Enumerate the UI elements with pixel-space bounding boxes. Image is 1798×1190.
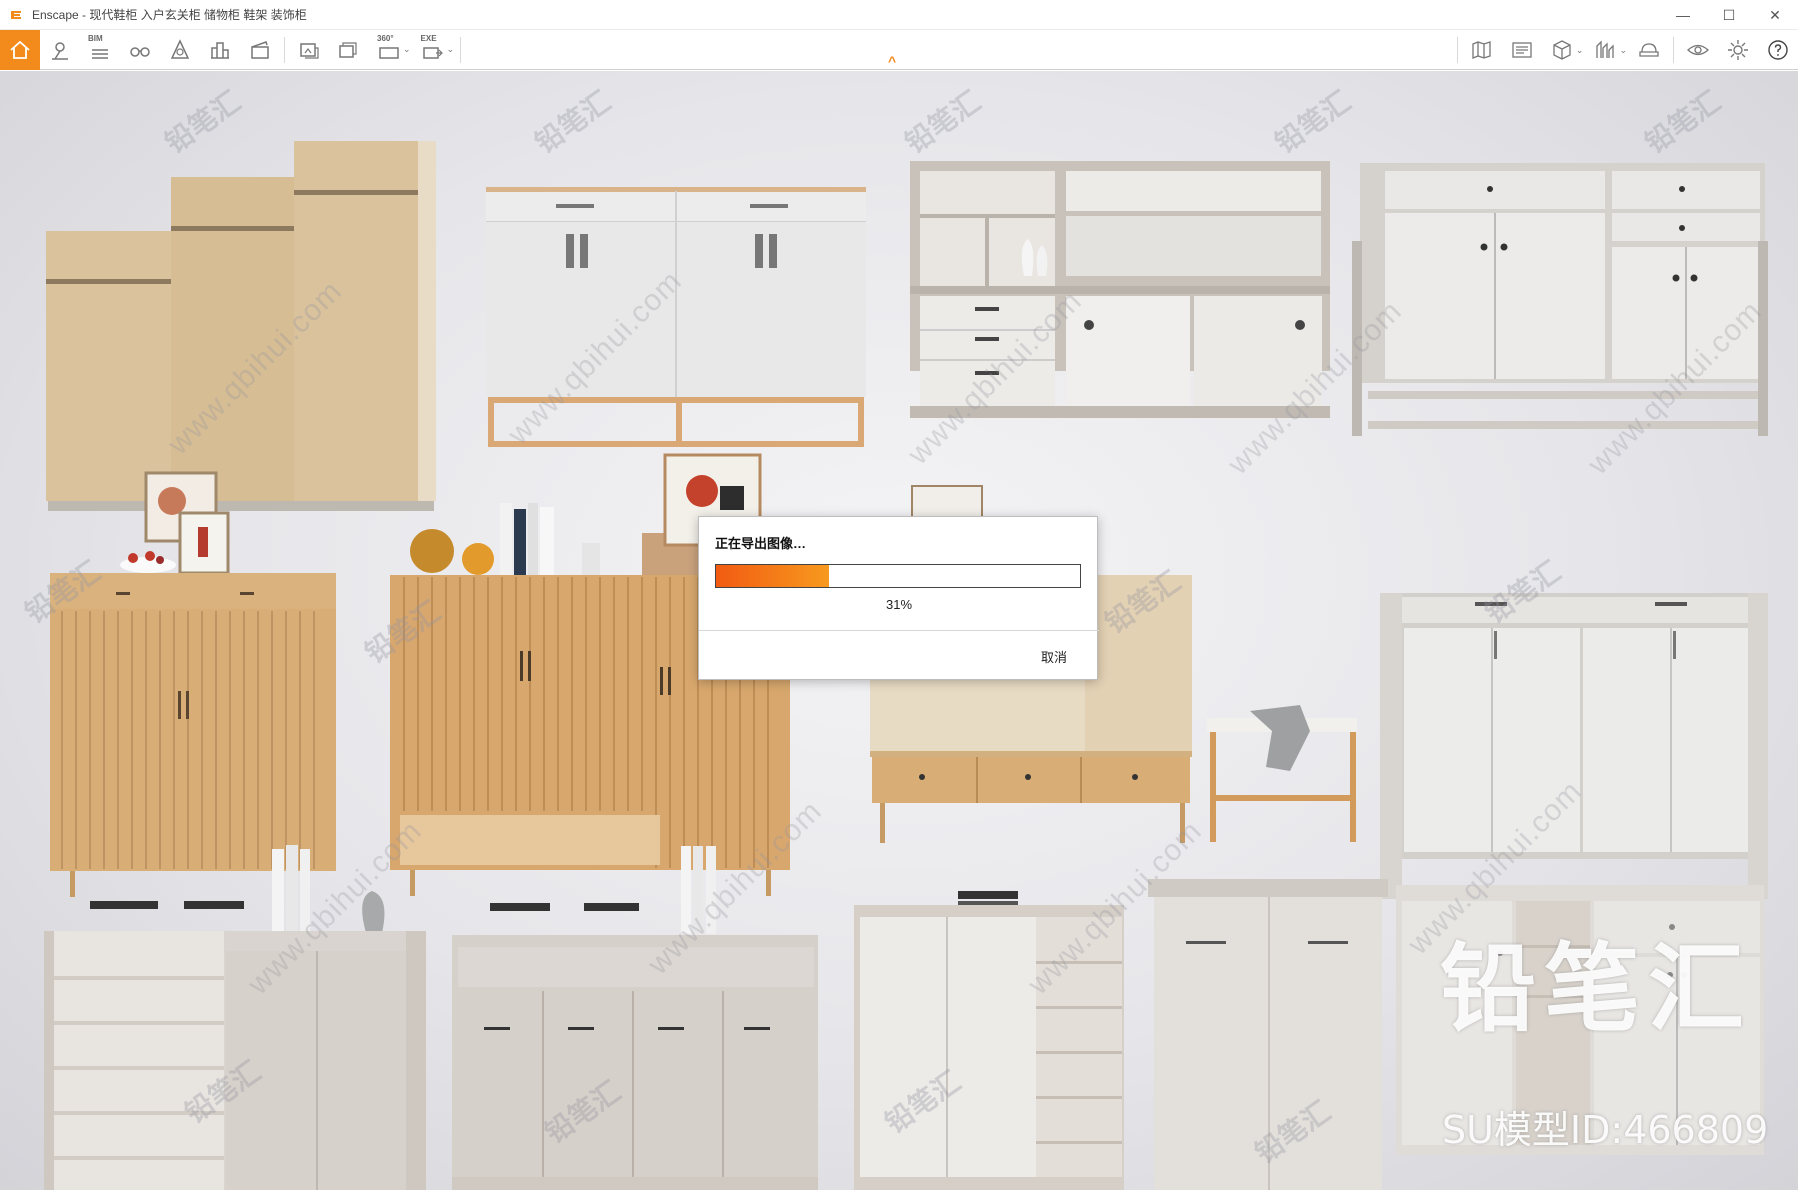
dialog-title: 正在导出图像… [715, 536, 807, 551]
hat-button[interactable] [1629, 30, 1669, 70]
map-icon [1472, 41, 1491, 59]
export-progress-dialog: 正在导出图像… 31% 取消 [698, 516, 1099, 680]
progress-bar-fill [716, 565, 829, 587]
panorama-button[interactable]: 360° [369, 30, 409, 70]
help-button[interactable] [1758, 30, 1798, 70]
cancel-button[interactable]: 取消 [1041, 647, 1067, 666]
hat-icon [1639, 43, 1659, 57]
cabinet-stepped-wood [46, 141, 436, 511]
close-button[interactable]: ✕ [1752, 0, 1798, 30]
shoe-cabinet-four-door [452, 846, 818, 1190]
export-button[interactable]: EXE [413, 30, 453, 70]
screenshot-button[interactable] [289, 30, 329, 70]
shoe-cabinet-open-left [44, 845, 426, 1190]
chart-icon [1596, 40, 1615, 58]
bim-badge: BIM [88, 33, 103, 43]
cabinet-grey-sliding [910, 161, 1330, 418]
site-context-button[interactable] [200, 30, 240, 70]
settings-panel-icon [1512, 42, 1532, 58]
progress-percent: 31% [885, 597, 913, 612]
map-button[interactable] [1462, 30, 1502, 70]
minimize-button[interactable]: — [1660, 0, 1706, 30]
title-bar: Enscape - 现代鞋柜 入户玄关柜 储物柜 鞋架 装饰柜 — ☐ ✕ [0, 0, 1798, 30]
dialog-divider [699, 630, 1099, 631]
home-button[interactable] [0, 29, 40, 70]
shoe-cabinet-stone-top [1148, 879, 1388, 1190]
toolbar-collapse-icon[interactable]: ^ [888, 53, 896, 69]
eye-icon [1687, 44, 1709, 56]
maximize-button[interactable]: ☐ [1706, 0, 1752, 30]
toolbar-separator [284, 36, 285, 63]
cabinet-white-two-door [486, 187, 866, 447]
cabinet-wood-fluted-small [50, 471, 336, 897]
batch-render-icon [339, 41, 357, 58]
buildings-icon [211, 41, 229, 59]
views-button[interactable] [120, 30, 160, 70]
cabinet-white-gap [1380, 593, 1768, 899]
assets-icon [170, 38, 190, 59]
toolbar-right-group: ⌄ ⌄ [1453, 30, 1798, 70]
enscape-logo-icon [8, 7, 24, 23]
toolbar-separator [1673, 37, 1674, 63]
asset-library-button[interactable] [160, 30, 200, 70]
toolbar-separator [460, 36, 462, 63]
visual-settings-button[interactable] [1678, 30, 1718, 70]
cube-icon [1553, 40, 1571, 60]
brand-logo-text: 铅笔汇 [1440, 933, 1752, 1045]
chart-button[interactable] [1585, 30, 1625, 70]
model-id-label: SU模型ID:466809 [1442, 1108, 1769, 1152]
location-button[interactable] [40, 30, 80, 70]
shoe-cabinet-side-open [854, 891, 1124, 1190]
cabinet-white-frame [1352, 163, 1768, 436]
object-button[interactable] [1542, 30, 1582, 70]
screenshot-icon [300, 42, 319, 59]
progress-bar [715, 564, 1081, 588]
toolbar-separator [1456, 37, 1458, 63]
clapper-icon [251, 40, 269, 59]
bench-wood [1207, 705, 1357, 842]
settings-panel-button[interactable] [1502, 30, 1542, 70]
location-pin-icon [52, 41, 68, 60]
video-editor-button[interactable] [240, 30, 280, 70]
binoculars-icon [130, 46, 150, 57]
pano-badge: 360° [377, 33, 394, 43]
batch-render-button[interactable] [329, 30, 369, 70]
gear-icon [1728, 40, 1748, 60]
bim-button[interactable]: BIM [80, 30, 120, 70]
window-title: Enscape - 现代鞋柜 入户玄关柜 储物柜 鞋架 装饰柜 [32, 8, 307, 22]
general-settings-button[interactable] [1718, 30, 1758, 70]
help-icon [1768, 40, 1788, 60]
home-icon [10, 40, 30, 59]
exe-badge: EXE [420, 33, 437, 43]
